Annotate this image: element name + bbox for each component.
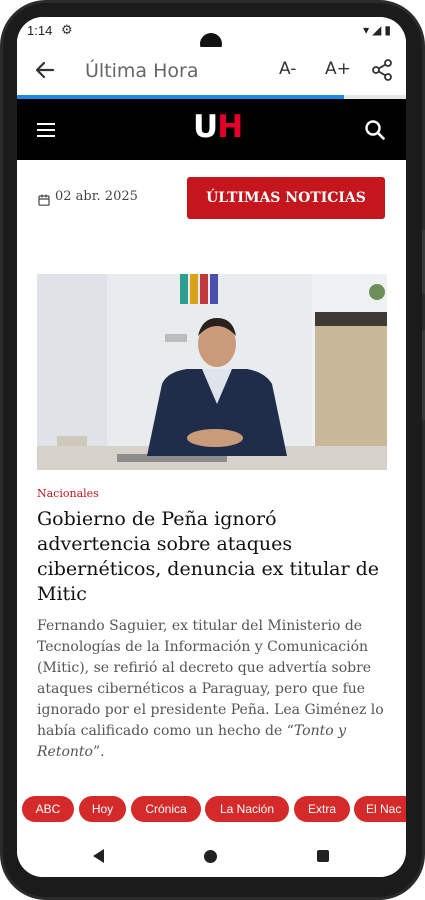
latest-news-button[interactable]: ÚLTIMAS NOTICIAS — [187, 177, 385, 219]
source-chip-extra[interactable]: Extra — [294, 796, 350, 822]
source-chip-abc[interactable]: ABC — [22, 796, 74, 822]
article-lead: Fernando Saguier, ex titular del Ministe… — [37, 616, 387, 763]
phone-frame: 1:14 ⚙ ▾◢▮ Última Hora A- A+ UH 02 abr. … — [0, 0, 425, 900]
gear-icon: ⚙ — [61, 22, 73, 37]
article-category[interactable]: Nacionales — [37, 487, 99, 500]
font-increase-button[interactable]: A+ — [325, 59, 351, 79]
source-chip-el-nacional[interactable]: El Nac — [354, 796, 406, 822]
source-chip-hoy[interactable]: Hoy — [79, 796, 126, 822]
lead-text: Fernando Saguier, ex titular del Ministe… — [37, 618, 384, 739]
app-title: Última Hora — [85, 60, 199, 82]
site-header: UH — [17, 99, 406, 160]
source-chips-bar: ABC Hoy Crónica La Nación Extra El Nac — [17, 796, 406, 837]
status-indicators-icon: ▾◢▮ — [363, 23, 394, 37]
search-icon[interactable] — [364, 119, 386, 141]
back-arrow-icon[interactable] — [31, 56, 59, 84]
source-chip-cronica[interactable]: Crónica — [131, 796, 201, 822]
article-content: Nacionales Gobierno de Peña ignoró adver… — [17, 236, 406, 796]
calendar-icon — [38, 193, 50, 206]
system-nav-bar — [17, 837, 406, 877]
app-bar: Última Hora A- A+ — [17, 47, 406, 95]
lead-end: ”. — [92, 744, 105, 760]
share-icon[interactable] — [369, 57, 395, 83]
article-date: 02 abr. 2025 — [55, 189, 138, 204]
site-logo[interactable]: UH — [193, 109, 243, 145]
nav-recents-icon[interactable] — [317, 850, 329, 862]
article-image[interactable] — [37, 274, 387, 470]
screen: 1:14 ⚙ ▾◢▮ Última Hora A- A+ UH 02 abr. … — [17, 17, 406, 877]
logo-h: H — [217, 109, 243, 145]
nav-home-icon[interactable] — [204, 850, 217, 863]
date-bar: 02 abr. 2025 ÚLTIMAS NOTICIAS — [17, 160, 406, 236]
status-time: 1:14 — [27, 23, 53, 38]
logo-u: U — [193, 109, 218, 145]
source-chip-la-nacion[interactable]: La Nación — [205, 796, 289, 822]
nav-back-icon[interactable] — [93, 849, 104, 863]
font-decrease-button[interactable]: A- — [279, 59, 296, 79]
hamburger-menu-icon[interactable] — [37, 123, 55, 137]
article-headline: Gobierno de Peña ignoró advertencia sobr… — [37, 508, 380, 605]
